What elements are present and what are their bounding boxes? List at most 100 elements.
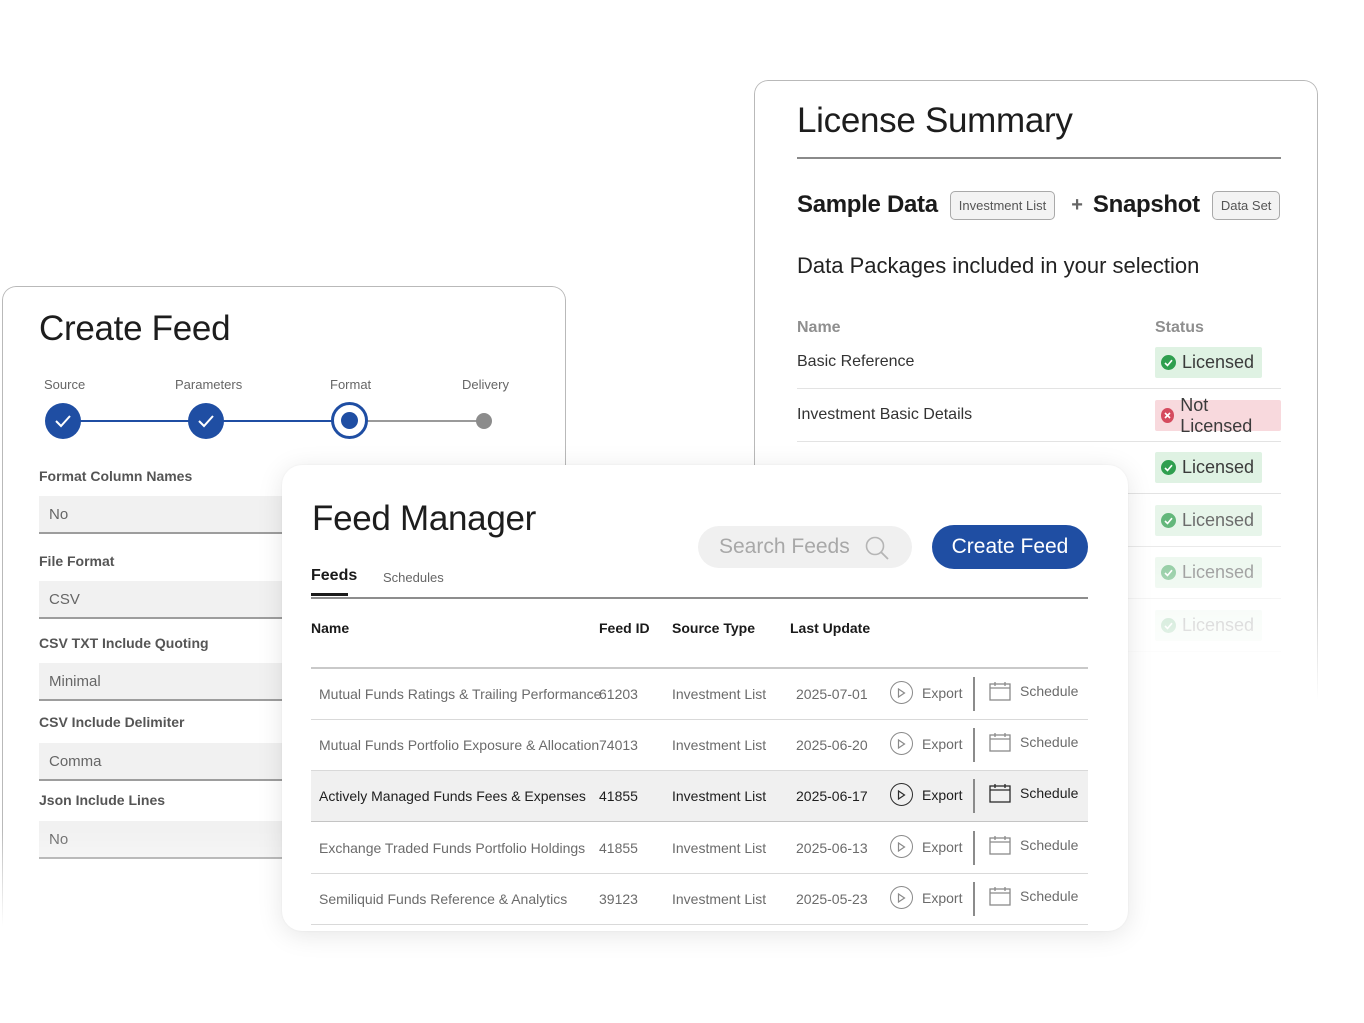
plus-icon: +	[1071, 193, 1083, 216]
file-format-select[interactable]: CSV	[39, 581, 299, 619]
feed-id: 41855	[599, 840, 638, 856]
action-divider	[973, 831, 975, 865]
tab-schedules[interactable]: Schedules	[383, 570, 444, 585]
source-type: Investment List	[672, 891, 767, 907]
status-badge: Licensed	[1155, 452, 1263, 483]
schedule-label: Schedule	[1020, 734, 1079, 750]
status-text: Not Licensed	[1180, 394, 1253, 436]
search-input[interactable]: Search Feeds	[698, 526, 912, 568]
table-row[interactable]: Mutual Funds Portfolio Exposure & Alloca…	[311, 720, 1088, 771]
check-icon	[55, 415, 71, 428]
feed-name: Mutual Funds Portfolio Exposure & Alloca…	[319, 737, 600, 753]
format-column-names-select[interactable]: No	[39, 496, 299, 534]
play-icon	[890, 886, 913, 909]
package-name: Basic Reference	[797, 353, 915, 370]
calendar-icon	[989, 836, 1011, 855]
csv-delimiter-select[interactable]: Comma	[39, 743, 299, 781]
export-label: Export	[922, 684, 963, 701]
feed-id: 74013	[599, 737, 638, 753]
column-header-feed-id[interactable]: Feed ID	[599, 620, 650, 636]
check-circle-icon	[1161, 618, 1176, 633]
play-icon	[890, 732, 913, 755]
check-circle-icon	[1161, 565, 1176, 580]
export-button[interactable]: Export	[890, 732, 962, 755]
schedule-label: Schedule	[1020, 888, 1079, 904]
feed-name: Exchange Traded Funds Portfolio Holdings	[319, 840, 586, 856]
check-circle-icon	[1161, 355, 1176, 370]
create-feed-title: Create Feed	[39, 309, 231, 348]
status-badge: Licensed	[1155, 347, 1263, 378]
current-step-dot	[341, 412, 358, 429]
license-summary-title: License Summary	[797, 101, 1073, 140]
selection-tag: Investment List	[949, 190, 1056, 220]
step-label-format: Format	[330, 377, 372, 392]
selection-item: Snapshot	[1092, 191, 1200, 218]
source-type: Investment List	[672, 840, 767, 856]
selection-summary: Sample Data Investment List + Snapshot D…	[797, 189, 1281, 221]
field-label-file-format: File Format	[39, 553, 115, 569]
status-text: Licensed	[1182, 615, 1255, 635]
step-source-complete[interactable]	[45, 403, 81, 439]
table-row[interactable]: Mutual Funds Ratings & Trailing Performa…	[311, 669, 1088, 720]
export-button[interactable]: Export	[890, 886, 962, 909]
field-label-format-column-names: Format Column Names	[39, 468, 193, 484]
calendar-icon	[989, 784, 1011, 803]
json-lines-select[interactable]: No	[39, 821, 299, 859]
step-parameters-complete[interactable]	[188, 403, 224, 439]
last-update: 2025-05-23	[796, 891, 868, 907]
table-row[interactable]: Exchange Traded Funds Portfolio Holdings…	[311, 823, 1088, 874]
license-row: Basic Reference Licensed	[797, 337, 1281, 389]
license-row: Investment Basic Details Not Licensed	[797, 390, 1281, 442]
status-badge: Licensed	[1155, 557, 1263, 588]
column-header-last-update[interactable]: Last Update	[790, 620, 870, 636]
step-format-current[interactable]	[331, 402, 368, 439]
feed-name: Mutual Funds Ratings & Trailing Performa…	[319, 686, 602, 702]
field-label-json-lines: Json Include Lines	[39, 792, 166, 808]
action-divider	[973, 882, 975, 916]
play-icon	[890, 681, 913, 704]
column-header-name[interactable]: Name	[311, 620, 349, 636]
step-label-parameters: Parameters	[175, 377, 243, 392]
create-feed-button[interactable]: Create Feed	[932, 525, 1088, 569]
feed-name: Semiliquid Funds Reference & Analytics	[319, 891, 568, 907]
export-label: Export	[922, 889, 963, 906]
export-button[interactable]: Export	[890, 835, 962, 858]
schedule-button[interactable]: Schedule	[989, 732, 1078, 752]
status-badge: Licensed	[1155, 505, 1263, 536]
source-type: Investment List	[672, 737, 767, 753]
schedule-button[interactable]: Schedule	[989, 835, 1078, 855]
column-header-name: Name	[797, 319, 841, 336]
check-icon	[198, 415, 214, 428]
status-text: Licensed	[1182, 457, 1255, 477]
feed-manager-card: Feed Manager Search Feeds Create Feed Fe…	[282, 465, 1128, 931]
step-delivery-pending[interactable]	[476, 413, 492, 429]
tab-feeds[interactable]: Feeds	[311, 567, 357, 585]
x-circle-icon	[1161, 408, 1175, 423]
feed-id: 61203	[599, 686, 638, 702]
action-divider	[973, 677, 975, 711]
table-row[interactable]: Semiliquid Funds Reference & Analytics 39…	[311, 874, 1088, 925]
export-label: Export	[922, 735, 963, 752]
column-header-source-type[interactable]: Source Type	[672, 620, 755, 636]
play-icon	[890, 783, 913, 806]
schedule-label: Schedule	[1020, 785, 1079, 801]
table-row[interactable]: Actively Managed Funds Fees & Expenses 41…	[311, 771, 1088, 822]
schedule-button[interactable]: Schedule	[989, 886, 1078, 906]
status-text: Licensed	[1182, 510, 1255, 530]
source-type: Investment List	[672, 788, 767, 804]
selection-item: Sample Data	[797, 191, 938, 218]
schedule-label: Schedule	[1020, 837, 1079, 853]
play-icon	[890, 835, 913, 858]
search-icon[interactable]	[864, 535, 890, 561]
active-tab-indicator	[311, 593, 348, 596]
export-button[interactable]: Export	[890, 681, 962, 704]
selection-tag: Data Set	[1211, 190, 1281, 220]
progress-line-pending	[348, 420, 484, 422]
schedule-button[interactable]: Schedule	[989, 681, 1078, 701]
field-label-csv-quoting: CSV TXT Include Quoting	[39, 635, 209, 651]
last-update: 2025-07-01	[796, 686, 868, 702]
package-name: Investment Basic Details	[797, 406, 973, 423]
csv-quoting-select[interactable]: Minimal	[39, 663, 299, 701]
schedule-button[interactable]: Schedule	[989, 783, 1078, 803]
export-button[interactable]: Export	[890, 783, 962, 806]
